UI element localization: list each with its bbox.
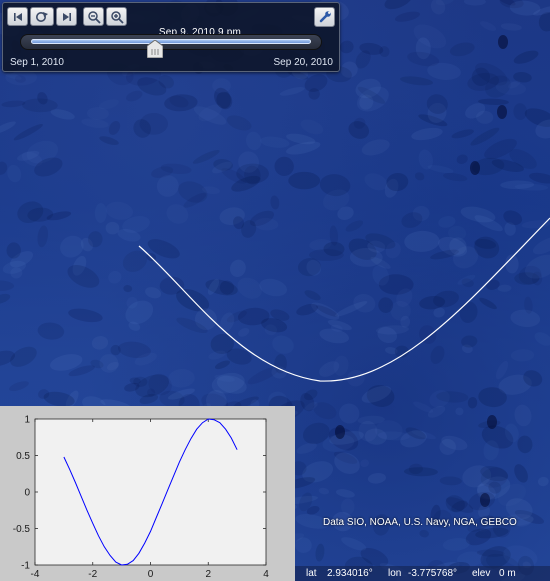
lon-label: lon: [388, 568, 402, 579]
lat-label: lat: [306, 568, 317, 579]
x-tick-label: 0: [148, 569, 154, 580]
y-tick-label: -1: [21, 561, 30, 572]
lat-value: 2.934016°: [327, 568, 373, 579]
time-slider-handle[interactable]: [147, 40, 164, 58]
x-tick-label: -2: [88, 569, 97, 580]
wrench-icon: [319, 11, 331, 23]
x-tick-label: 2: [205, 569, 211, 580]
lon-value: -3.775768°: [408, 568, 458, 579]
y-tick-label: 0.5: [16, 451, 30, 462]
zoom-in-button[interactable]: [106, 7, 127, 26]
time-slider-range: [31, 39, 311, 44]
elev-value: 0 m: [499, 568, 516, 579]
play-loop-icon: [36, 11, 48, 22]
range-end-label: Sep 20, 2010: [273, 57, 334, 68]
data-attribution: Data SIO, NOAA, U.S. Navy, NGA, GEBCO: [323, 517, 517, 528]
time-slider-panel: Sep 9, 2010 9 pm Sep 1, 2010 Sep 20, 201…: [2, 2, 340, 72]
y-tick-label: -0.5: [13, 524, 31, 535]
zoom-out-icon: [87, 10, 101, 24]
status-bar: lat 2.934016° lon -3.775768° elev 0 m: [295, 566, 550, 581]
x-tick-label: -4: [31, 569, 40, 580]
previous-button[interactable]: [7, 7, 28, 26]
animate-button[interactable]: [30, 7, 54, 26]
time-slider-track[interactable]: [20, 34, 322, 50]
y-tick-label: 1: [24, 415, 30, 426]
x-tick-label: 4: [263, 569, 269, 580]
y-tick-label: 0: [24, 488, 30, 499]
range-start-label: Sep 1, 2010: [10, 57, 64, 68]
elev-label: elev: [472, 568, 491, 579]
line-chart: -4 -2 0 2 4 -1 -0.5 0 0.5 1: [13, 415, 269, 581]
plot-overlay: -4 -2 0 2 4 -1 -0.5 0 0.5 1: [0, 406, 295, 581]
zoom-out-button[interactable]: [83, 7, 104, 26]
zoom-in-icon: [110, 10, 124, 24]
settings-button[interactable]: [314, 7, 335, 27]
skip-back-icon: [13, 12, 22, 21]
skip-forward-icon: [62, 12, 71, 21]
next-button[interactable]: [56, 7, 77, 26]
